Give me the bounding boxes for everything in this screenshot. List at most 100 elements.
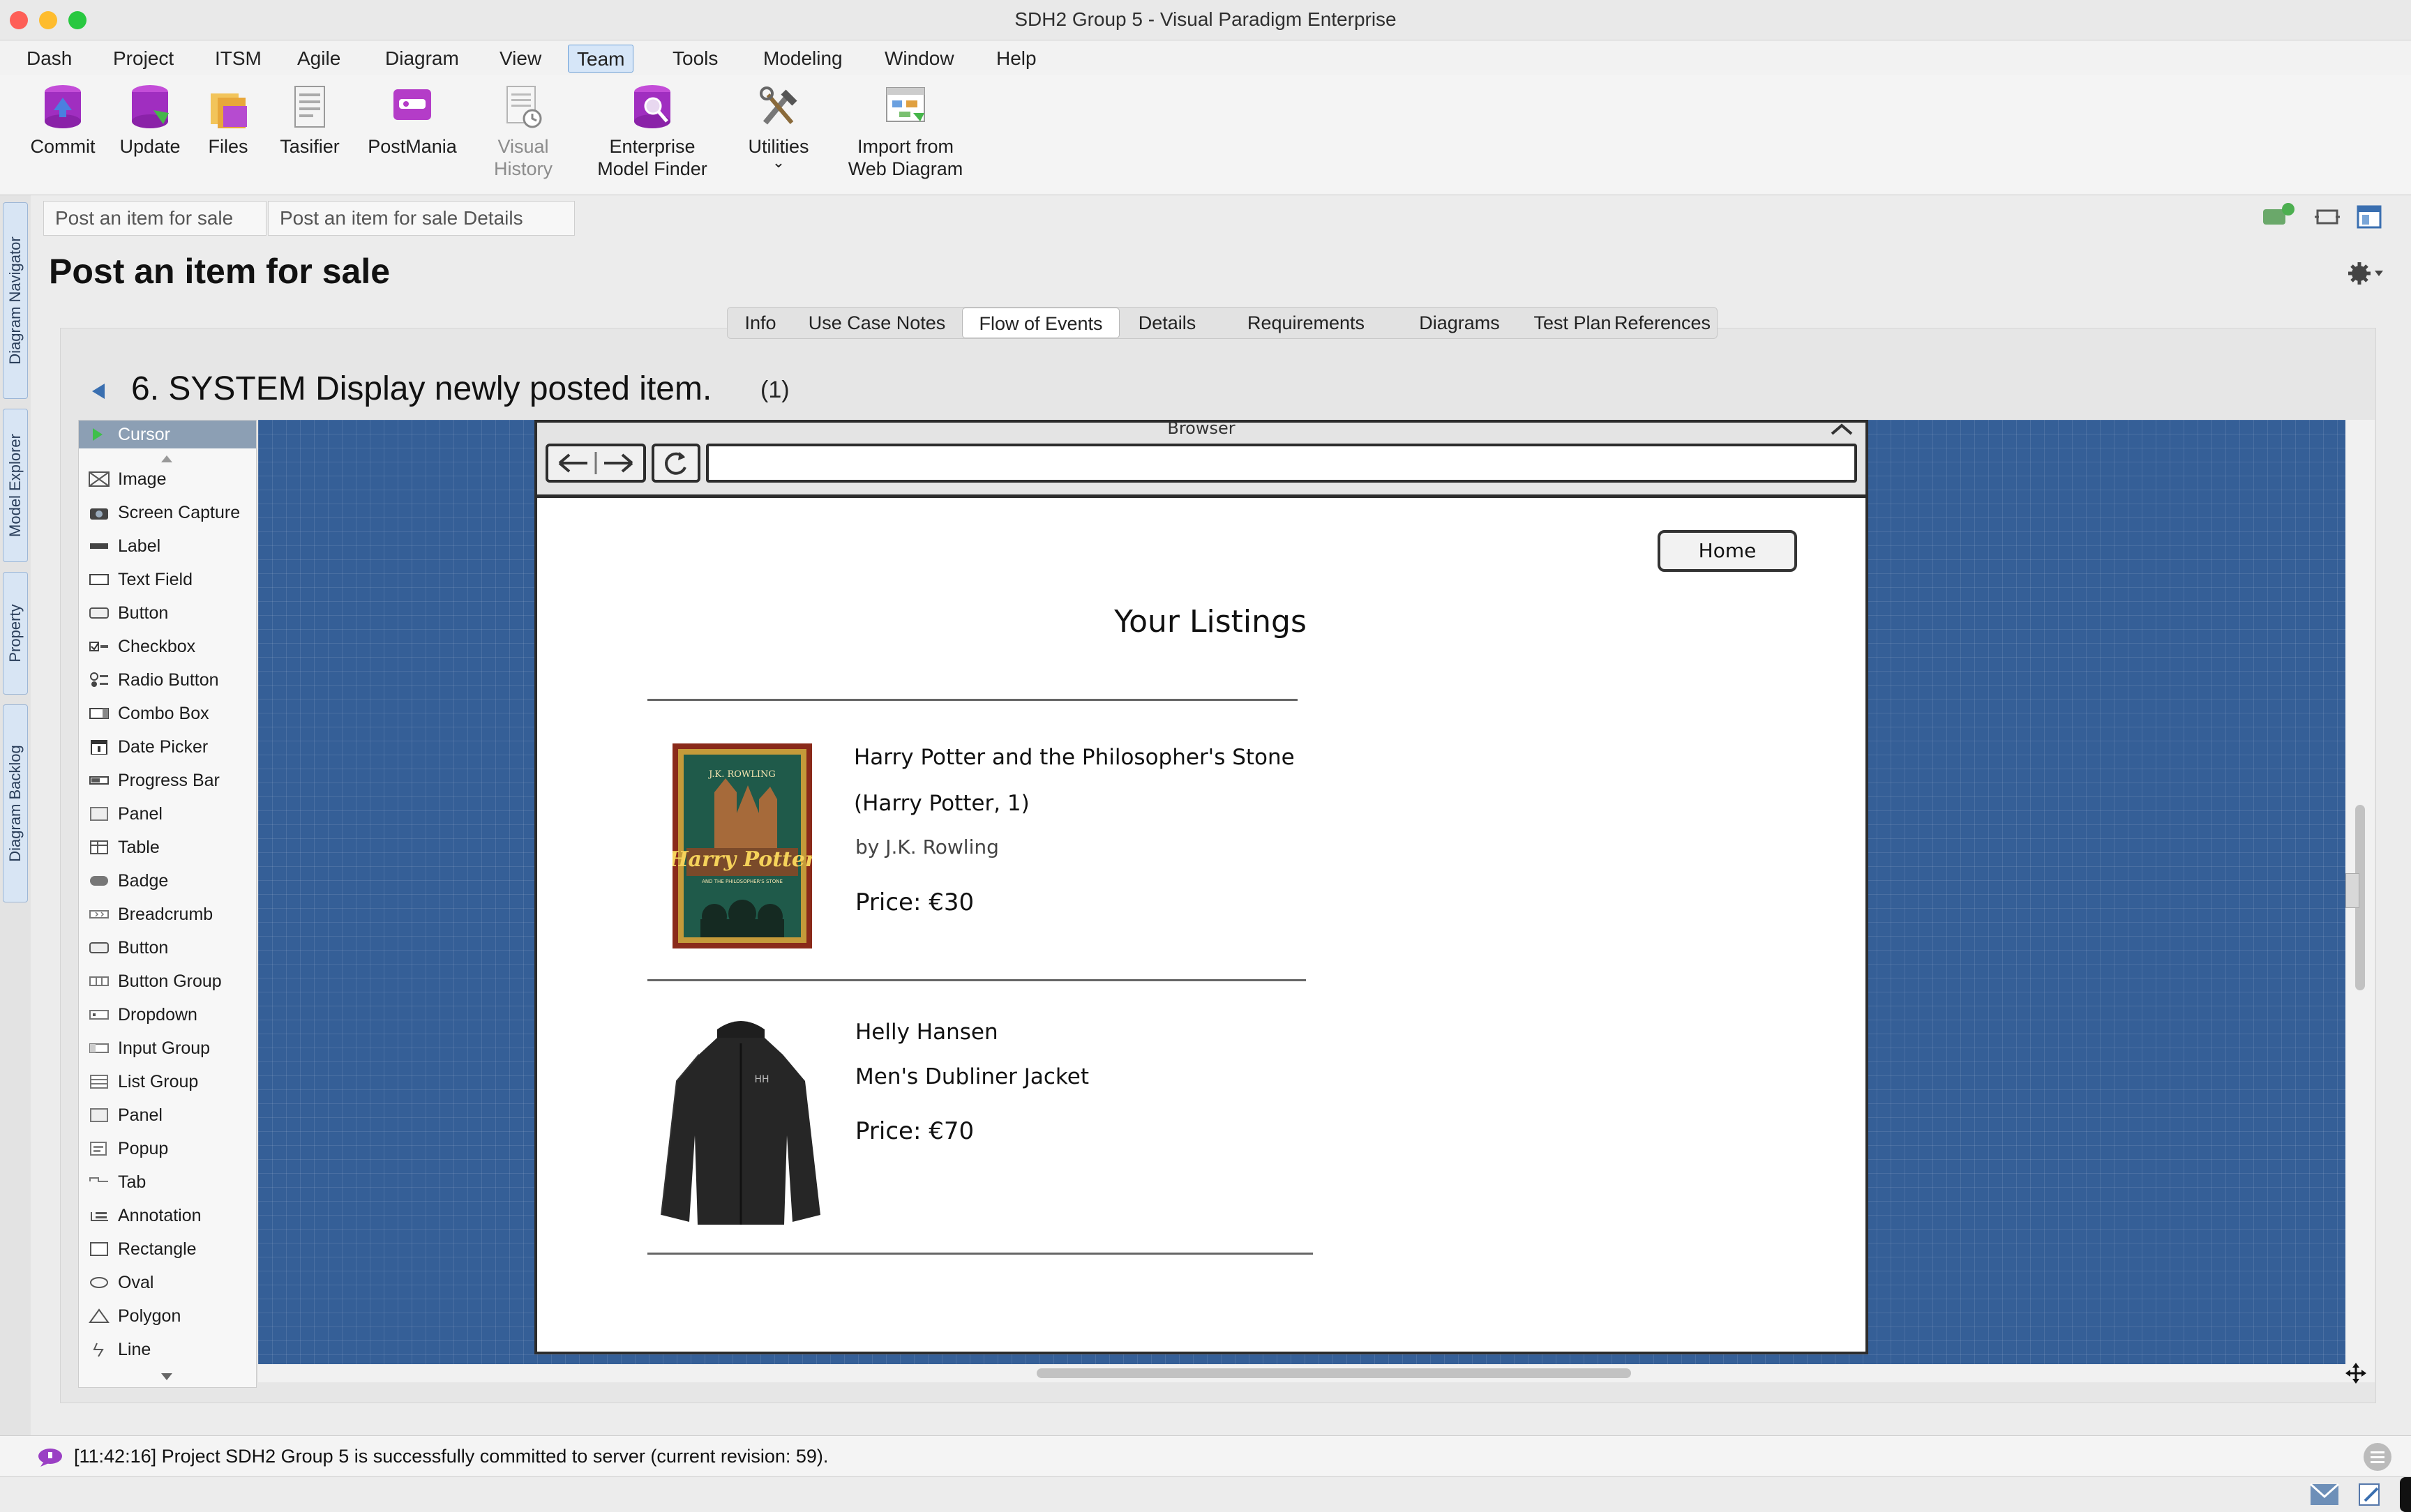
import-web-icon <box>882 82 929 131</box>
palette-item-label: Screen Capture <box>118 503 241 522</box>
browser-refresh[interactable] <box>652 444 700 483</box>
browser-back-forward[interactable] <box>546 444 646 483</box>
palette-item-label[interactable]: Label <box>79 531 256 561</box>
palette-item-table[interactable]: Table <box>79 832 256 863</box>
tab-references[interactable]: References <box>1608 308 1717 338</box>
diagram-backlog-label: Diagram Backlog <box>6 745 24 862</box>
import-from-web-diagram-button[interactable]: Import from Web Diagram <box>837 82 974 180</box>
menu-itsm[interactable]: ITSM <box>206 45 270 73</box>
palette-item-line[interactable]: Line <box>79 1334 256 1365</box>
horizontal-scroll-thumb[interactable] <box>1037 1368 1631 1378</box>
palette-item-progress-bar[interactable]: Progress Bar <box>79 765 256 796</box>
vertical-scrollbar[interactable] <box>2345 420 2375 1382</box>
utilities-dropdown-icon[interactable]: ⌄ <box>737 155 820 170</box>
edit-note-icon[interactable] <box>2357 1483 2384 1506</box>
horizontal-scrollbar[interactable] <box>258 1364 2345 1382</box>
menu-tools[interactable]: Tools <box>664 45 726 73</box>
tasifier-button[interactable]: Tasifier <box>268 82 352 158</box>
palette-item-oval[interactable]: Oval <box>79 1267 256 1298</box>
breadcrumb-item-details[interactable]: Post an item for sale Details <box>268 201 575 236</box>
tab-diagram-navigator[interactable]: Diagram Navigator <box>3 202 28 399</box>
rectangle-icon <box>90 1242 108 1256</box>
menu-help[interactable]: Help <box>988 45 1045 73</box>
layout-icon[interactable] <box>2355 204 2383 230</box>
commit-icon <box>40 82 86 131</box>
collapse-icon[interactable] <box>1828 421 1856 437</box>
palette-item-label: Polygon <box>118 1306 181 1326</box>
scroll-down-icon[interactable] <box>160 1372 174 1382</box>
palette-item-button[interactable]: Button <box>79 932 256 963</box>
checkbox-icon <box>89 642 108 651</box>
browser-url-bar[interactable] <box>706 444 1857 483</box>
move-icon[interactable] <box>2344 1361 2368 1385</box>
palette-item-screen-capture[interactable]: Screen Capture <box>79 497 256 528</box>
palette-item-annotation[interactable]: Annotation <box>79 1200 256 1231</box>
palette-item-checkbox[interactable]: Checkbox <box>79 631 256 662</box>
menu-diagram[interactable]: Diagram <box>377 45 467 73</box>
menu-project[interactable]: Project <box>105 45 182 73</box>
palette-item-panel[interactable]: Panel <box>79 799 256 829</box>
tab-use-case-notes[interactable]: Use Case Notes <box>800 308 954 338</box>
files-button[interactable]: Files <box>197 82 260 158</box>
palette-item-button-group[interactable]: Button Group <box>79 966 256 997</box>
splitter-handle[interactable] <box>2345 873 2359 908</box>
tab-info[interactable]: Info <box>732 308 789 338</box>
palette-item-label: Popup <box>118 1139 169 1158</box>
message-icon <box>38 1449 62 1467</box>
palette-item-tab[interactable]: Tab <box>79 1167 256 1197</box>
palette-item-popup[interactable]: Popup <box>79 1133 256 1164</box>
palette-item-date-picker[interactable]: Date Picker <box>79 732 256 762</box>
listing-1-author: by J.K. Rowling <box>855 836 999 859</box>
enterprise-model-finder-button[interactable]: Enterprise Model Finder <box>586 82 719 180</box>
fit-to-screen-icon[interactable] <box>2313 205 2341 229</box>
menu-dash[interactable]: Dash <box>18 45 80 73</box>
palette-item-label: Label <box>118 536 161 556</box>
palette-item-label: Combo Box <box>118 704 209 723</box>
window-title: SDH2 Group 5 - Visual Paradigm Enterpris… <box>1014 8 1397 30</box>
palette-item-breadcrumb[interactable]: Breadcrumb <box>79 899 256 930</box>
palette-item-label: Text Field <box>118 570 193 589</box>
palette-item-list-group[interactable]: List Group <box>79 1066 256 1097</box>
palette-item-panel[interactable]: Panel <box>79 1100 256 1131</box>
palette-item-button[interactable]: Button <box>79 598 256 628</box>
palette-cursor[interactable]: Cursor <box>79 421 256 448</box>
utilities-button[interactable]: Utilities ⌄ <box>737 82 820 170</box>
update-button[interactable]: Update <box>112 82 188 158</box>
palette-item-image[interactable]: Image <box>79 464 256 494</box>
divider-line <box>647 699 1298 701</box>
palette-item-radio-button[interactable]: Radio Button <box>79 665 256 695</box>
palette-item-dropdown[interactable]: Dropdown <box>79 999 256 1030</box>
tab-model-explorer[interactable]: Model Explorer <box>3 409 28 562</box>
tab-flow-of-events[interactable]: Flow of Events <box>962 308 1120 338</box>
palette-item-rectangle[interactable]: Rectangle <box>79 1234 256 1264</box>
menu-team[interactable]: Team <box>568 45 634 73</box>
menu-window[interactable]: Window <box>876 45 963 73</box>
back-arrow-icon[interactable] <box>88 381 109 402</box>
status-bar-menu-icon[interactable] <box>2361 1440 2394 1474</box>
tab-property[interactable]: Property <box>3 572 28 695</box>
menu-modeling[interactable]: Modeling <box>755 45 851 73</box>
breadcrumb-item-use-case[interactable]: Post an item for sale <box>43 201 266 236</box>
notification-icon[interactable] <box>2260 202 2295 230</box>
palette-item-polygon[interactable]: Polygon <box>79 1301 256 1331</box>
mail-icon[interactable] <box>2309 1483 2340 1506</box>
tab-details[interactable]: Details <box>1128 308 1206 338</box>
commit-button[interactable]: Commit <box>21 82 105 158</box>
palette-item-combo-box[interactable]: Combo Box <box>79 698 256 729</box>
tab-diagrams[interactable]: Diagrams <box>1404 308 1515 338</box>
menu-agile[interactable]: Agile <box>289 45 349 73</box>
scroll-up-icon[interactable] <box>160 454 174 464</box>
palette-item-input-group[interactable]: Input Group <box>79 1033 256 1064</box>
visual-history-button[interactable]: Visual History <box>481 82 565 180</box>
import-from-web-diagram-label-1: Import from <box>857 136 954 157</box>
palette-item-badge[interactable]: Badge <box>79 865 256 896</box>
tab-diagram-backlog[interactable]: Diagram Backlog <box>3 704 28 902</box>
menu-view[interactable]: View <box>491 45 550 73</box>
tab-requirements[interactable]: Requirements <box>1216 308 1396 338</box>
home-button[interactable]: Home <box>1658 530 1797 572</box>
palette-item-label: Button Group <box>118 972 222 991</box>
settings-gear-icon[interactable] <box>2345 259 2384 287</box>
postmania-button[interactable]: PostMania <box>361 82 463 158</box>
tab-test-plan[interactable]: Test Plan <box>1523 308 1622 338</box>
palette-item-text-field[interactable]: Text Field <box>79 564 256 595</box>
